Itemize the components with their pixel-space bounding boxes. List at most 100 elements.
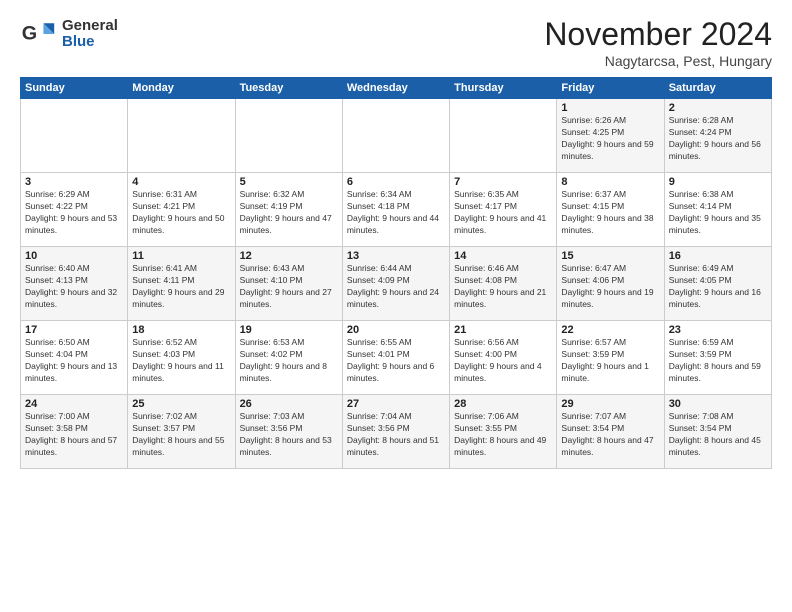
day-info: Sunrise: 6:35 AM Sunset: 4:17 PM Dayligh…	[454, 189, 552, 237]
day-info: Sunrise: 6:40 AM Sunset: 4:13 PM Dayligh…	[25, 263, 123, 311]
day-number: 16	[669, 250, 767, 262]
day-info: Sunrise: 7:03 AM Sunset: 3:56 PM Dayligh…	[240, 411, 338, 459]
table-row: 7Sunrise: 6:35 AM Sunset: 4:17 PM Daylig…	[450, 173, 557, 247]
table-row: 13Sunrise: 6:44 AM Sunset: 4:09 PM Dayli…	[342, 247, 449, 321]
table-row: 30Sunrise: 7:08 AM Sunset: 3:54 PM Dayli…	[664, 395, 771, 469]
day-info: Sunrise: 6:52 AM Sunset: 4:03 PM Dayligh…	[132, 337, 230, 385]
table-row	[128, 99, 235, 173]
calendar-week-row: 10Sunrise: 6:40 AM Sunset: 4:13 PM Dayli…	[21, 247, 772, 321]
logo: G General Blue	[20, 16, 118, 52]
svg-text:G: G	[22, 22, 37, 44]
day-number: 4	[132, 176, 230, 188]
day-info: Sunrise: 6:47 AM Sunset: 4:06 PM Dayligh…	[561, 263, 659, 311]
day-number: 20	[347, 324, 445, 336]
day-info: Sunrise: 6:50 AM Sunset: 4:04 PM Dayligh…	[25, 337, 123, 385]
day-info: Sunrise: 6:57 AM Sunset: 3:59 PM Dayligh…	[561, 337, 659, 385]
calendar-subtitle: Nagytarcsa, Pest, Hungary	[544, 53, 772, 69]
day-number: 9	[669, 176, 767, 188]
table-row	[450, 99, 557, 173]
table-row: 17Sunrise: 6:50 AM Sunset: 4:04 PM Dayli…	[21, 321, 128, 395]
day-info: Sunrise: 7:06 AM Sunset: 3:55 PM Dayligh…	[454, 411, 552, 459]
table-row: 18Sunrise: 6:52 AM Sunset: 4:03 PM Dayli…	[128, 321, 235, 395]
day-info: Sunrise: 7:07 AM Sunset: 3:54 PM Dayligh…	[561, 411, 659, 459]
day-info: Sunrise: 6:38 AM Sunset: 4:14 PM Dayligh…	[669, 189, 767, 237]
day-number: 6	[347, 176, 445, 188]
header-sunday: Sunday	[21, 78, 128, 99]
table-row: 28Sunrise: 7:06 AM Sunset: 3:55 PM Dayli…	[450, 395, 557, 469]
table-row: 10Sunrise: 6:40 AM Sunset: 4:13 PM Dayli…	[21, 247, 128, 321]
table-row: 23Sunrise: 6:59 AM Sunset: 3:59 PM Dayli…	[664, 321, 771, 395]
calendar-table: Sunday Monday Tuesday Wednesday Thursday…	[20, 77, 772, 469]
day-info: Sunrise: 6:34 AM Sunset: 4:18 PM Dayligh…	[347, 189, 445, 237]
logo-icon: G	[20, 16, 56, 52]
calendar-week-row: 17Sunrise: 6:50 AM Sunset: 4:04 PM Dayli…	[21, 321, 772, 395]
day-info: Sunrise: 6:49 AM Sunset: 4:05 PM Dayligh…	[669, 263, 767, 311]
logo-blue-text: Blue	[62, 34, 118, 51]
table-row: 20Sunrise: 6:55 AM Sunset: 4:01 PM Dayli…	[342, 321, 449, 395]
day-info: Sunrise: 6:29 AM Sunset: 4:22 PM Dayligh…	[25, 189, 123, 237]
day-number: 23	[669, 324, 767, 336]
day-number: 12	[240, 250, 338, 262]
day-number: 1	[561, 102, 659, 114]
day-number: 17	[25, 324, 123, 336]
day-info: Sunrise: 6:56 AM Sunset: 4:00 PM Dayligh…	[454, 337, 552, 385]
day-number: 28	[454, 398, 552, 410]
table-row: 2Sunrise: 6:28 AM Sunset: 4:24 PM Daylig…	[664, 99, 771, 173]
day-number: 10	[25, 250, 123, 262]
calendar-title: November 2024	[544, 16, 772, 53]
day-info: Sunrise: 6:44 AM Sunset: 4:09 PM Dayligh…	[347, 263, 445, 311]
table-row: 21Sunrise: 6:56 AM Sunset: 4:00 PM Dayli…	[450, 321, 557, 395]
calendar-week-row: 24Sunrise: 7:00 AM Sunset: 3:58 PM Dayli…	[21, 395, 772, 469]
day-number: 29	[561, 398, 659, 410]
day-number: 15	[561, 250, 659, 262]
day-number: 26	[240, 398, 338, 410]
day-number: 2	[669, 102, 767, 114]
table-row: 12Sunrise: 6:43 AM Sunset: 4:10 PM Dayli…	[235, 247, 342, 321]
table-row: 25Sunrise: 7:02 AM Sunset: 3:57 PM Dayli…	[128, 395, 235, 469]
day-info: Sunrise: 6:28 AM Sunset: 4:24 PM Dayligh…	[669, 115, 767, 163]
day-info: Sunrise: 6:37 AM Sunset: 4:15 PM Dayligh…	[561, 189, 659, 237]
table-row: 3Sunrise: 6:29 AM Sunset: 4:22 PM Daylig…	[21, 173, 128, 247]
table-row: 4Sunrise: 6:31 AM Sunset: 4:21 PM Daylig…	[128, 173, 235, 247]
table-row: 27Sunrise: 7:04 AM Sunset: 3:56 PM Dayli…	[342, 395, 449, 469]
day-number: 18	[132, 324, 230, 336]
header-thursday: Thursday	[450, 78, 557, 99]
day-number: 27	[347, 398, 445, 410]
logo-general-text: General	[62, 18, 118, 35]
day-info: Sunrise: 7:04 AM Sunset: 3:56 PM Dayligh…	[347, 411, 445, 459]
header-saturday: Saturday	[664, 78, 771, 99]
table-row: 1Sunrise: 6:26 AM Sunset: 4:25 PM Daylig…	[557, 99, 664, 173]
day-info: Sunrise: 6:46 AM Sunset: 4:08 PM Dayligh…	[454, 263, 552, 311]
day-info: Sunrise: 7:02 AM Sunset: 3:57 PM Dayligh…	[132, 411, 230, 459]
calendar-week-row: 1Sunrise: 6:26 AM Sunset: 4:25 PM Daylig…	[21, 99, 772, 173]
header-wednesday: Wednesday	[342, 78, 449, 99]
table-row: 14Sunrise: 6:46 AM Sunset: 4:08 PM Dayli…	[450, 247, 557, 321]
day-number: 13	[347, 250, 445, 262]
table-row: 11Sunrise: 6:41 AM Sunset: 4:11 PM Dayli…	[128, 247, 235, 321]
day-number: 22	[561, 324, 659, 336]
table-row: 26Sunrise: 7:03 AM Sunset: 3:56 PM Dayli…	[235, 395, 342, 469]
table-row: 16Sunrise: 6:49 AM Sunset: 4:05 PM Dayli…	[664, 247, 771, 321]
day-number: 11	[132, 250, 230, 262]
day-info: Sunrise: 6:59 AM Sunset: 3:59 PM Dayligh…	[669, 337, 767, 385]
day-number: 19	[240, 324, 338, 336]
day-info: Sunrise: 6:43 AM Sunset: 4:10 PM Dayligh…	[240, 263, 338, 311]
day-info: Sunrise: 7:00 AM Sunset: 3:58 PM Dayligh…	[25, 411, 123, 459]
day-info: Sunrise: 6:31 AM Sunset: 4:21 PM Dayligh…	[132, 189, 230, 237]
day-info: Sunrise: 6:53 AM Sunset: 4:02 PM Dayligh…	[240, 337, 338, 385]
header-friday: Friday	[557, 78, 664, 99]
header-tuesday: Tuesday	[235, 78, 342, 99]
table-row: 19Sunrise: 6:53 AM Sunset: 4:02 PM Dayli…	[235, 321, 342, 395]
title-block: November 2024 Nagytarcsa, Pest, Hungary	[544, 16, 772, 69]
table-row	[21, 99, 128, 173]
table-row	[342, 99, 449, 173]
day-number: 8	[561, 176, 659, 188]
table-row: 5Sunrise: 6:32 AM Sunset: 4:19 PM Daylig…	[235, 173, 342, 247]
day-number: 21	[454, 324, 552, 336]
table-row	[235, 99, 342, 173]
table-row: 6Sunrise: 6:34 AM Sunset: 4:18 PM Daylig…	[342, 173, 449, 247]
day-number: 24	[25, 398, 123, 410]
calendar-header-row: Sunday Monday Tuesday Wednesday Thursday…	[21, 78, 772, 99]
table-row: 24Sunrise: 7:00 AM Sunset: 3:58 PM Dayli…	[21, 395, 128, 469]
day-info: Sunrise: 6:41 AM Sunset: 4:11 PM Dayligh…	[132, 263, 230, 311]
